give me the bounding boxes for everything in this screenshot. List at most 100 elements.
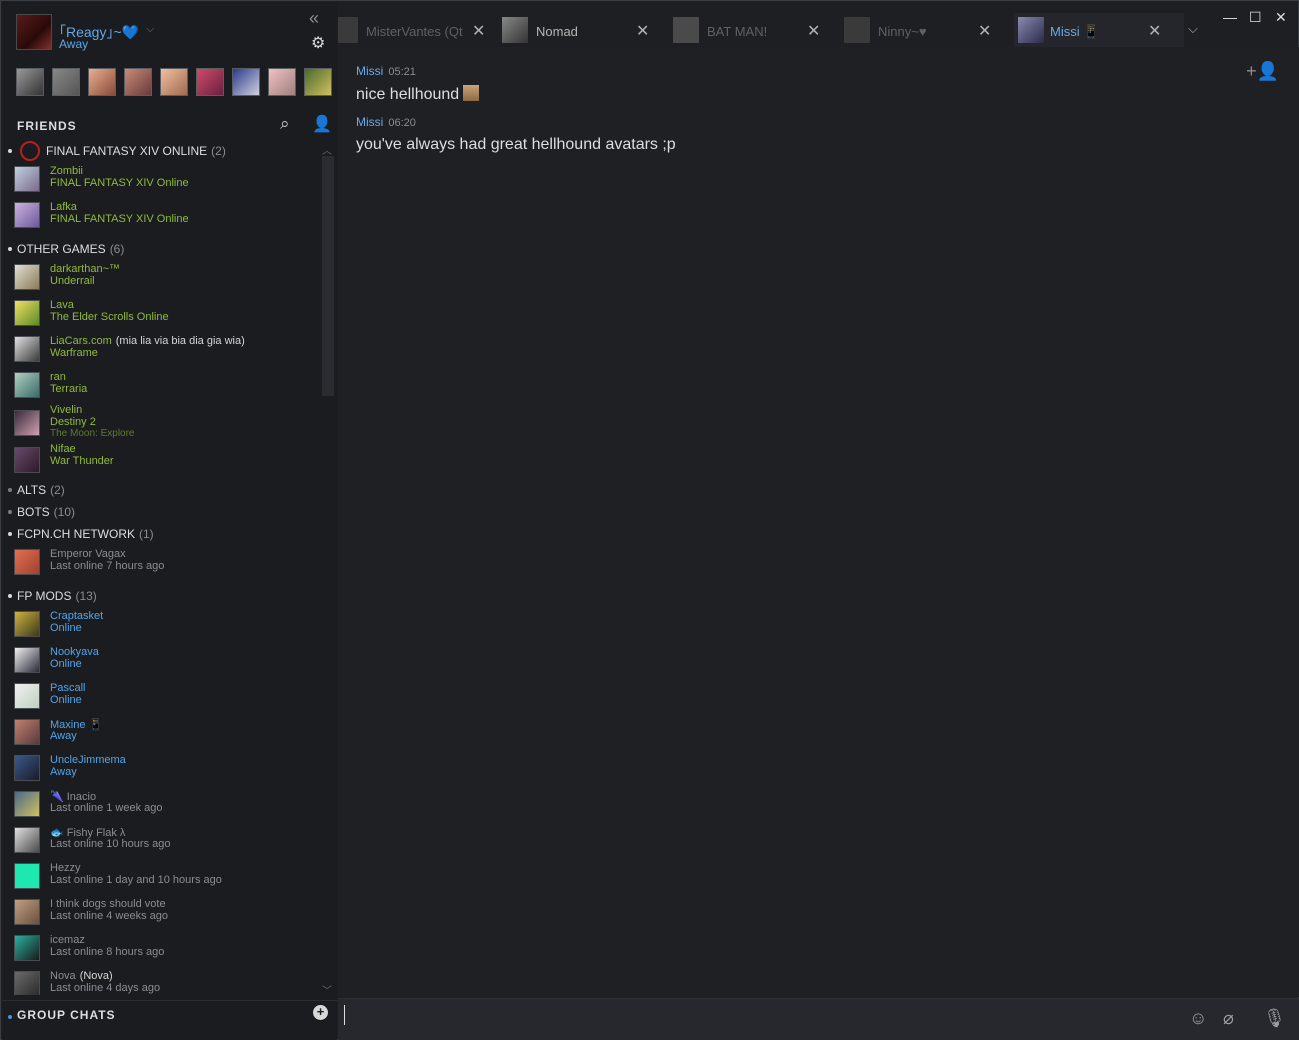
- group-header[interactable]: FCPN.CH NETWORK (1): [2, 523, 322, 545]
- close-icon[interactable]: ✕: [472, 21, 485, 41]
- recent-friends-bar: [16, 68, 332, 98]
- group-header[interactable]: FP MODS (13): [2, 585, 322, 607]
- friend-row[interactable]: Hezzy Last online 1 day and 10 hours ago: [2, 859, 322, 895]
- friend-row[interactable]: Maxine 📱 Away: [2, 715, 322, 751]
- maximize-icon[interactable]: ☐: [1249, 9, 1262, 26]
- friend-status: FINAL FANTASY XIV Online: [50, 213, 189, 225]
- search-icon[interactable]: ⌕: [280, 114, 290, 134]
- group-header[interactable]: FINAL FANTASY XIV ONLINE (2): [2, 140, 322, 162]
- tab-label: Missi 📱: [1050, 24, 1100, 39]
- collapse-icon[interactable]: «: [309, 8, 319, 29]
- chat-tab[interactable]: MisterVantes (Qt ✕: [338, 13, 508, 47]
- tab-avatar: [1018, 17, 1044, 43]
- friend-row[interactable]: UncleJimmema Away: [2, 751, 322, 787]
- emoticon-icon[interactable]: ☺: [1189, 1008, 1207, 1029]
- chat-tab[interactable]: Ninny~♥ ✕: [844, 13, 1014, 47]
- group-header[interactable]: OTHER GAMES (6): [2, 238, 322, 260]
- close-icon[interactable]: ✕: [636, 21, 649, 41]
- chevron-down-icon[interactable]: ⌵: [146, 23, 154, 36]
- microphone-icon[interactable]: 🎙: [1263, 1008, 1286, 1029]
- scroll-up-icon[interactable]: ︿: [322, 142, 332, 157]
- friend-row[interactable]: Craptasket Online: [2, 607, 322, 643]
- close-window-icon[interactable]: ✕: [1275, 9, 1287, 26]
- recent-avatar[interactable]: [52, 68, 80, 96]
- expand-dot-icon: [8, 510, 12, 514]
- friends-header: FRIENDS ⌕ 👤: [2, 110, 337, 138]
- friend-status: Online: [50, 694, 82, 706]
- friend-row[interactable]: Nova (Nova) Last online 4 days ago: [2, 967, 322, 995]
- close-icon[interactable]: ✕: [1148, 21, 1161, 41]
- message-author[interactable]: Missi: [356, 115, 383, 129]
- steam-friends-window: ｢Reagy｣~💙 Away ⌵ « ⚙ FRIENDS ⌕ 👤 FINAL F…: [0, 0, 1299, 1040]
- friend-avatar: [14, 935, 40, 961]
- group-label: FINAL FANTASY XIV ONLINE (2): [46, 144, 226, 158]
- friend-status: Away: [50, 730, 77, 742]
- add-group-chat-icon[interactable]: +: [313, 1005, 328, 1020]
- user-status[interactable]: Away: [59, 37, 88, 51]
- group-count: (2): [50, 483, 65, 497]
- friend-status: Destiny 2: [50, 416, 96, 428]
- add-friend-icon[interactable]: 👤: [312, 114, 332, 134]
- friend-row[interactable]: icemaz Last online 8 hours ago: [2, 931, 322, 967]
- chat-tab[interactable]: Nomad ✕: [502, 13, 672, 47]
- group-header[interactable]: BOTS (10): [2, 501, 322, 523]
- scrollbar-thumb[interactable]: [322, 156, 334, 396]
- friend-avatar: [14, 863, 40, 889]
- friend-row[interactable]: Vivelin Destiny 2 The Moon: Explore: [2, 404, 322, 443]
- recent-avatar[interactable]: [88, 68, 116, 96]
- recent-avatar[interactable]: [160, 68, 188, 96]
- friend-row[interactable]: Lava The Elder Scrolls Online: [2, 296, 322, 332]
- chevron-down-icon[interactable]: ⌵: [1188, 21, 1198, 37]
- group-label: FP MODS (13): [17, 589, 97, 603]
- friend-row[interactable]: ran Terraria: [2, 368, 322, 404]
- friend-status: Away: [50, 766, 77, 778]
- friend-avatar: [14, 971, 40, 995]
- friend-name: LiaCars.com (mia lia via bia dia gia wia): [50, 335, 245, 347]
- expand-dot-icon: [8, 247, 12, 251]
- close-icon[interactable]: ✕: [978, 21, 991, 41]
- group-header[interactable]: ALTS (2): [2, 479, 322, 501]
- chat-message: Missi 05:21 nice hellhound: [356, 62, 480, 104]
- paperclip-icon[interactable]: ⌀: [1223, 1008, 1234, 1029]
- minimize-icon[interactable]: —: [1223, 9, 1237, 25]
- recent-avatar[interactable]: [304, 68, 332, 96]
- friend-row[interactable]: LiaCars.com (mia lia via bia dia gia wia)…: [2, 332, 322, 368]
- friend-row[interactable]: Lafka FINAL FANTASY XIV Online: [2, 198, 322, 234]
- recent-avatar[interactable]: [196, 68, 224, 96]
- chat-tabs: MisterVantes (Qt ✕ Nomad ✕ BAT MAN! ✕ Ni…: [338, 9, 1218, 47]
- recent-avatar[interactable]: [16, 68, 44, 96]
- friend-row[interactable]: 🌂 Inacio Last online 1 week ago: [2, 787, 322, 823]
- friend-row[interactable]: Nifae War Thunder: [2, 443, 322, 479]
- close-icon[interactable]: ✕: [807, 21, 820, 41]
- tab-label: Ninny~♥: [878, 24, 927, 39]
- hellhound-emote-icon: [463, 85, 480, 101]
- chat-log: Missi 05:21 nice hellhound Missi 06:20 you…: [338, 47, 1299, 997]
- invite-to-chat-icon[interactable]: +👤: [1246, 61, 1279, 82]
- friend-row[interactable]: Nookyava Online: [2, 643, 322, 679]
- friend-row[interactable]: Zombii FINAL FANTASY XIV Online: [2, 162, 322, 198]
- chat-tab[interactable]: BAT MAN! ✕: [673, 13, 843, 47]
- friend-status: Warframe: [50, 347, 98, 359]
- message-body: you've always had great hellhound avatar…: [356, 136, 676, 153]
- recent-avatar[interactable]: [268, 68, 296, 96]
- friend-row[interactable]: Emperor Vagax Last online 7 hours ago: [2, 545, 322, 581]
- friend-avatar: [14, 264, 40, 290]
- message-author[interactable]: Missi: [356, 64, 383, 78]
- chat-tab-active[interactable]: Missi 📱 ✕: [1014, 13, 1184, 47]
- tab-label: Nomad: [536, 24, 578, 39]
- friend-row[interactable]: 🐟 Fishy Flak λ Last online 10 hours ago: [2, 823, 322, 859]
- friend-avatar: [14, 300, 40, 326]
- group-chats-section[interactable]: GROUP CHATS +: [2, 1000, 337, 1040]
- friends-scrollbar[interactable]: ︿ ﹀: [321, 142, 335, 998]
- recent-avatar[interactable]: [232, 68, 260, 96]
- friend-avatar: [14, 549, 40, 575]
- friend-row[interactable]: darkarthan~™ Underrail: [2, 260, 322, 296]
- recent-avatar[interactable]: [124, 68, 152, 96]
- gear-icon[interactable]: ⚙: [311, 33, 325, 53]
- scroll-down-icon[interactable]: ﹀: [322, 982, 332, 997]
- message-input[interactable]: ☺ ⌀ 🎙: [338, 998, 1299, 1040]
- friend-avatar: [14, 166, 40, 192]
- friend-row[interactable]: Pascall Online: [2, 679, 322, 715]
- user-avatar[interactable]: [16, 14, 52, 50]
- friend-row[interactable]: I think dogs should vote Last online 4 w…: [2, 895, 322, 931]
